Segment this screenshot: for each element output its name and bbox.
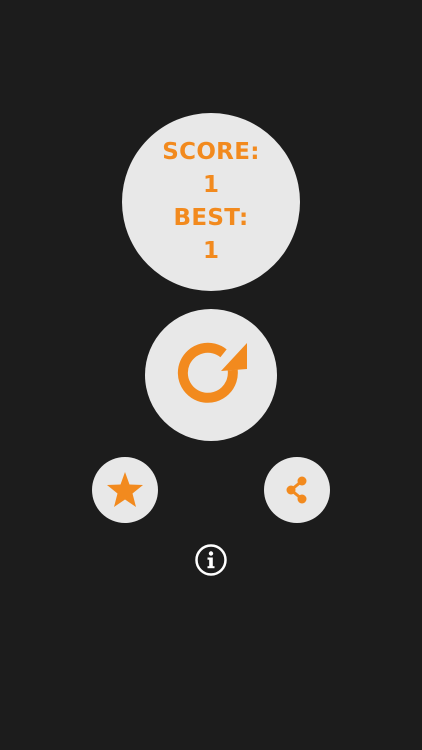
restart-button[interactable] [145, 309, 277, 441]
score-panel: SCORE: 1 BEST: 1 [122, 113, 300, 291]
star-icon [107, 472, 143, 507]
rate-button[interactable] [92, 457, 158, 523]
share-icon [286, 476, 307, 504]
best-value: 1 [202, 238, 219, 264]
score-value: 1 [202, 172, 219, 198]
info-icon [195, 544, 227, 576]
best-label: BEST: [173, 205, 249, 231]
score-label: SCORE: [162, 139, 260, 165]
info-button[interactable] [194, 543, 228, 577]
share-button[interactable] [264, 457, 330, 523]
restart-icon [177, 342, 247, 403]
